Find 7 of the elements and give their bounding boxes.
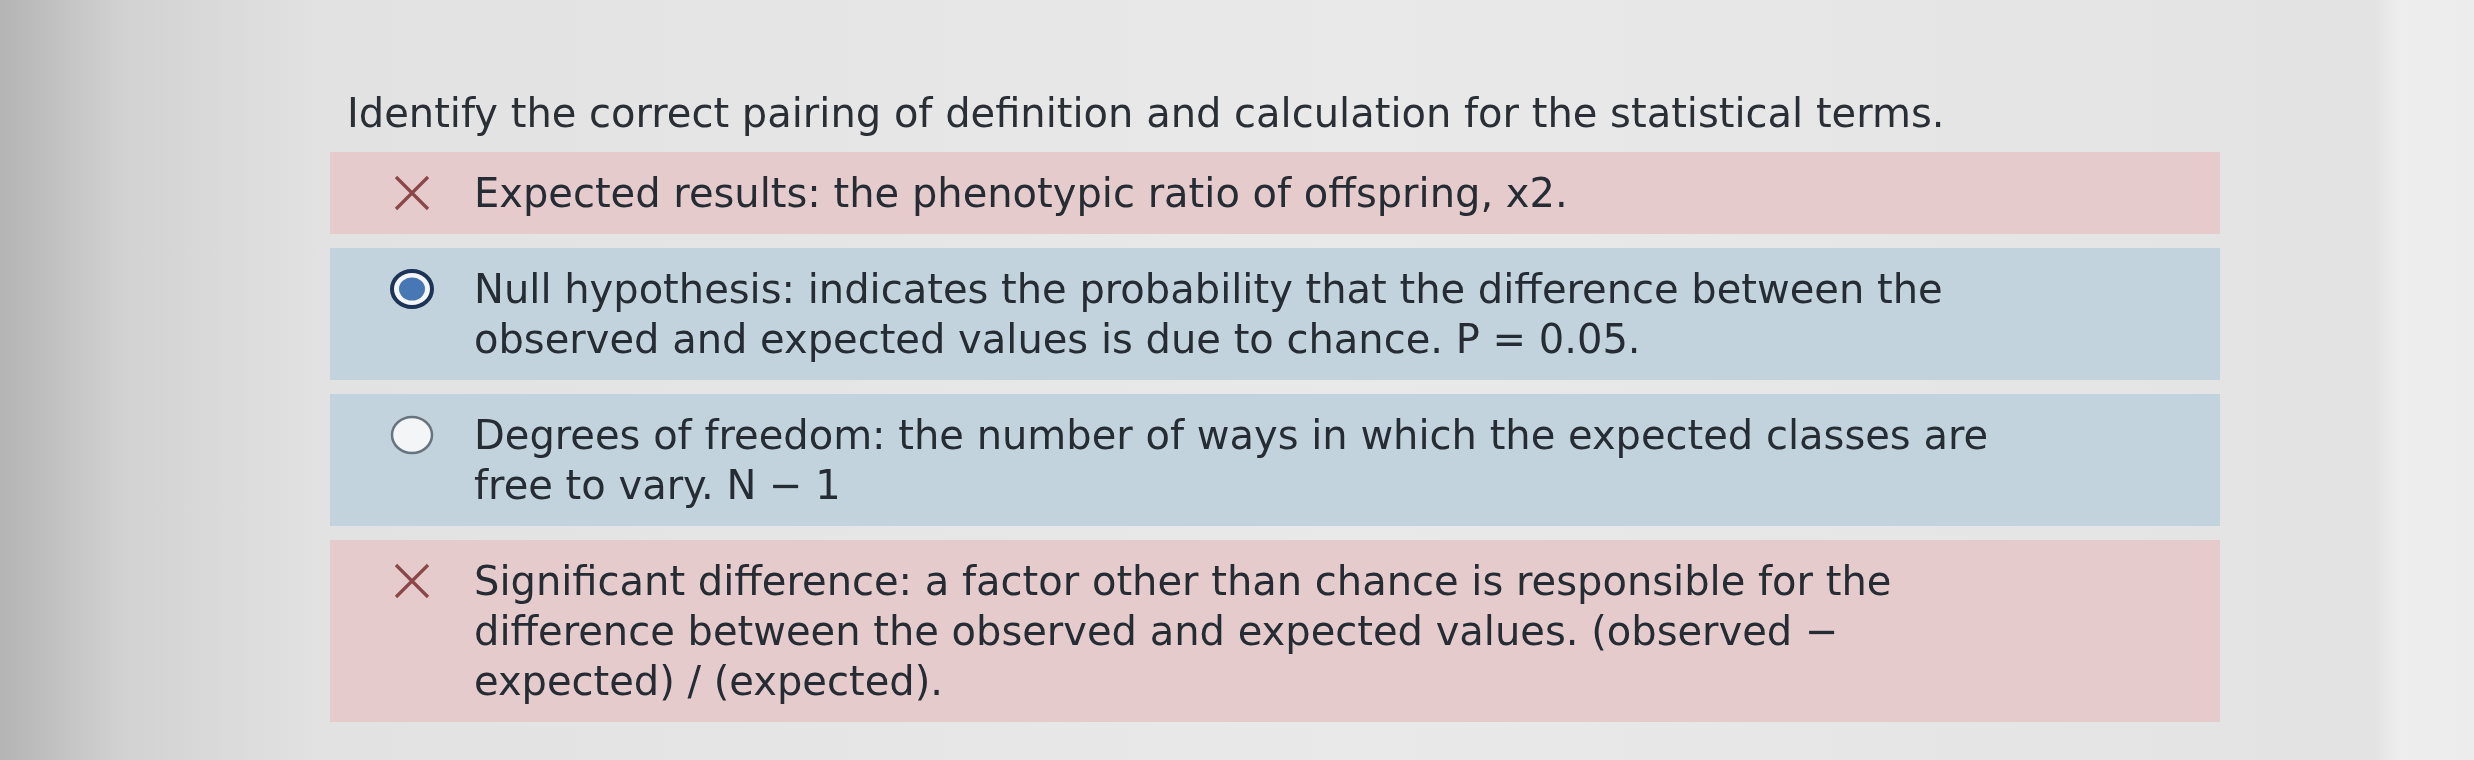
answer-option[interactable]: Expected results: the phenotypic ratio of offspring, x2.	[330, 152, 2220, 234]
answer-option[interactable]: Null hypothesis: indicates the probability that the difference between the observed and expected values is due to chance. P = 0.05.	[330, 248, 2220, 380]
answer-option[interactable]: Degrees of freedom: the number of ways in which the expected classes are free to vary. N − 1	[330, 394, 2220, 526]
question-text: Identify the correct pairing of definition and calculation for the statistical terms.	[347, 89, 1946, 138]
radio-button[interactable]	[390, 415, 434, 455]
answer-option[interactable]: Significant difference: a factor other than chance is responsible for the difference between the observed and expected values. (observed − expected) / (expected).	[330, 540, 2220, 722]
radio-button[interactable]	[390, 269, 434, 309]
